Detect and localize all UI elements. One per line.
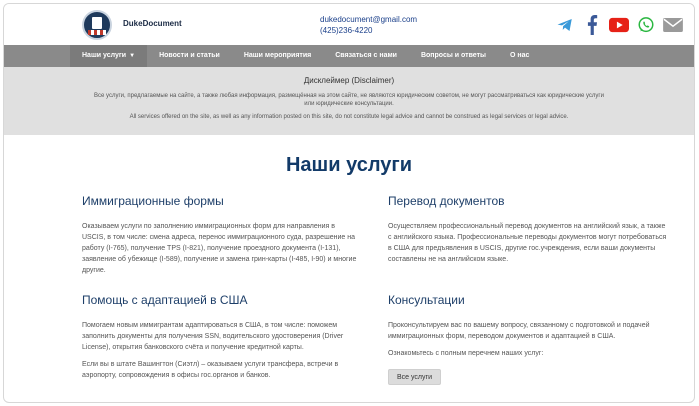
service-heading: Консультации [388, 293, 465, 307]
service-consultations: Консультации Проконсультируем вас по ваш… [388, 293, 670, 385]
contact-info: dukedocument@gmail.com (425)236-4220 [320, 14, 417, 36]
disclaimer-text-ru: Все услуги, предлагаемые на сайте, а так… [94, 93, 604, 107]
telegram-icon[interactable] [555, 15, 575, 35]
service-description: Помогаем новым иммигрантам адаптироватьс… [82, 322, 344, 351]
contact-phone[interactable]: (425)236-4220 [320, 25, 417, 36]
email-icon[interactable] [663, 15, 683, 35]
main-nav: Наши услуги ▼ Новости и статьи Наши мероп… [4, 45, 694, 67]
service-immigration-forms: Иммиграционные формы Оказываем услуги по… [82, 194, 357, 282]
service-heading: Перевод документов [388, 194, 505, 208]
service-description: Проконсультируем вас по вашему вопросу, … [388, 322, 650, 340]
facebook-icon[interactable] [582, 15, 602, 35]
page-title: Наши услуги [285, 154, 413, 176]
whatsapp-icon[interactable] [636, 15, 656, 35]
site-logo[interactable] [82, 10, 112, 40]
disclaimer-banner: Дисклеймер (Disclaimer) Все услуги, пред… [4, 67, 694, 135]
nav-item-services[interactable]: Наши услуги ▼ [70, 45, 148, 67]
nav-item-news[interactable]: Новости и статьи [147, 45, 232, 67]
service-description: Ознакомьтесь с полным перечнем наших усл… [388, 350, 544, 357]
service-heading: Помощь с адаптацией в США [82, 293, 248, 307]
brand-name[interactable]: DukeDocument [123, 19, 182, 28]
all-services-button[interactable]: Все услуги [388, 369, 441, 385]
youtube-icon[interactable] [609, 15, 629, 35]
disclaimer-text-en: All services offered on the site, as wel… [129, 114, 569, 120]
disclaimer-title: Дисклеймер (Disclaimer) [303, 76, 395, 85]
contact-email[interactable]: dukedocument@gmail.com [320, 14, 417, 25]
social-links [555, 15, 683, 35]
nav-item-contact[interactable]: Связаться с нами [323, 45, 409, 67]
service-description: Если вы в штате Вашингтон (Сиэтл) – оказ… [82, 361, 339, 379]
service-adaptation: Помощь с адаптацией в США Помогаем новым… [82, 293, 357, 387]
service-heading: Иммиграционные формы [82, 194, 224, 208]
service-translation: Перевод документов Осуществляем професси… [388, 194, 670, 271]
site-header: DukeDocument dukedocument@gmail.com (425… [4, 4, 694, 45]
browser-viewport: DukeDocument dukedocument@gmail.com (425… [3, 3, 695, 403]
nav-item-about[interactable]: О нас [498, 45, 541, 67]
service-description: Осуществляем профессиональный перевод до… [388, 223, 667, 263]
service-description: Оказываем услуги по заполнению иммиграци… [82, 223, 357, 274]
nav-item-faq[interactable]: Вопросы и ответы [409, 45, 498, 67]
chevron-down-icon: ▼ [129, 53, 136, 59]
nav-item-events[interactable]: Наши мероприятия [232, 45, 323, 67]
